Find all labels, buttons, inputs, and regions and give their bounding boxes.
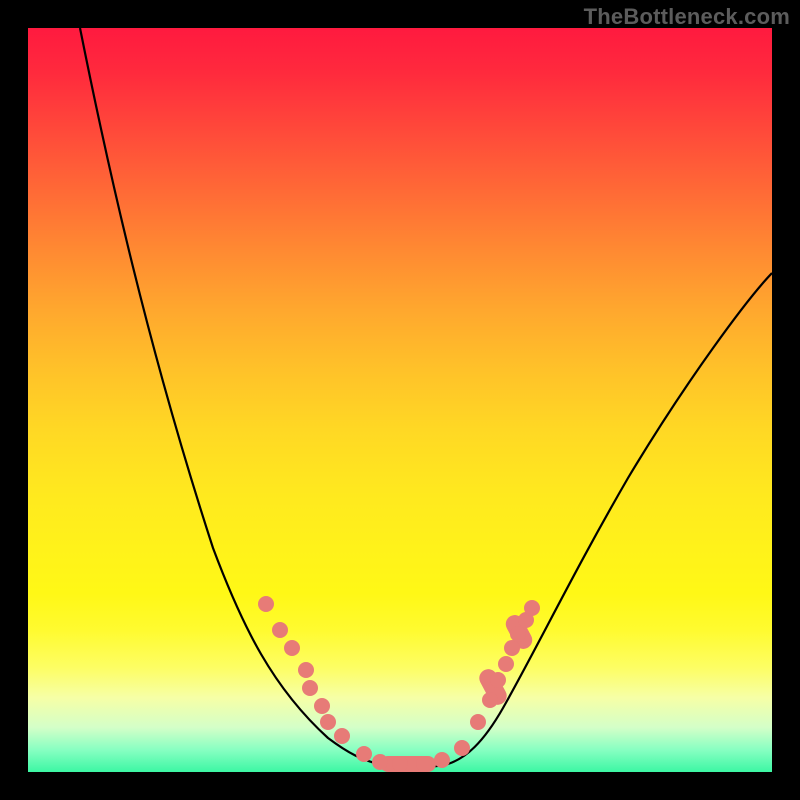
data-marker [314, 698, 330, 714]
chart-frame: TheBottleneck.com [0, 0, 800, 800]
data-marker [482, 692, 498, 708]
curve-group [80, 28, 772, 767]
data-marker [498, 656, 514, 672]
plot-area [28, 28, 772, 772]
markers-group [258, 596, 540, 772]
data-marker [356, 746, 372, 762]
data-marker [510, 626, 526, 642]
data-marker [334, 728, 350, 744]
data-marker [392, 756, 408, 772]
data-marker [490, 672, 506, 688]
data-marker [454, 740, 470, 756]
main-curve [80, 28, 772, 767]
watermark-text: TheBottleneck.com [584, 4, 790, 30]
data-marker [470, 714, 486, 730]
data-marker [258, 596, 274, 612]
data-marker [372, 754, 388, 770]
chart-svg [28, 28, 772, 772]
data-marker [302, 680, 318, 696]
data-marker [298, 662, 314, 678]
data-marker [272, 622, 288, 638]
data-marker [416, 756, 432, 772]
data-marker [504, 640, 520, 656]
data-marker [284, 640, 300, 656]
data-marker [434, 752, 450, 768]
data-marker [320, 714, 336, 730]
data-marker [524, 600, 540, 616]
